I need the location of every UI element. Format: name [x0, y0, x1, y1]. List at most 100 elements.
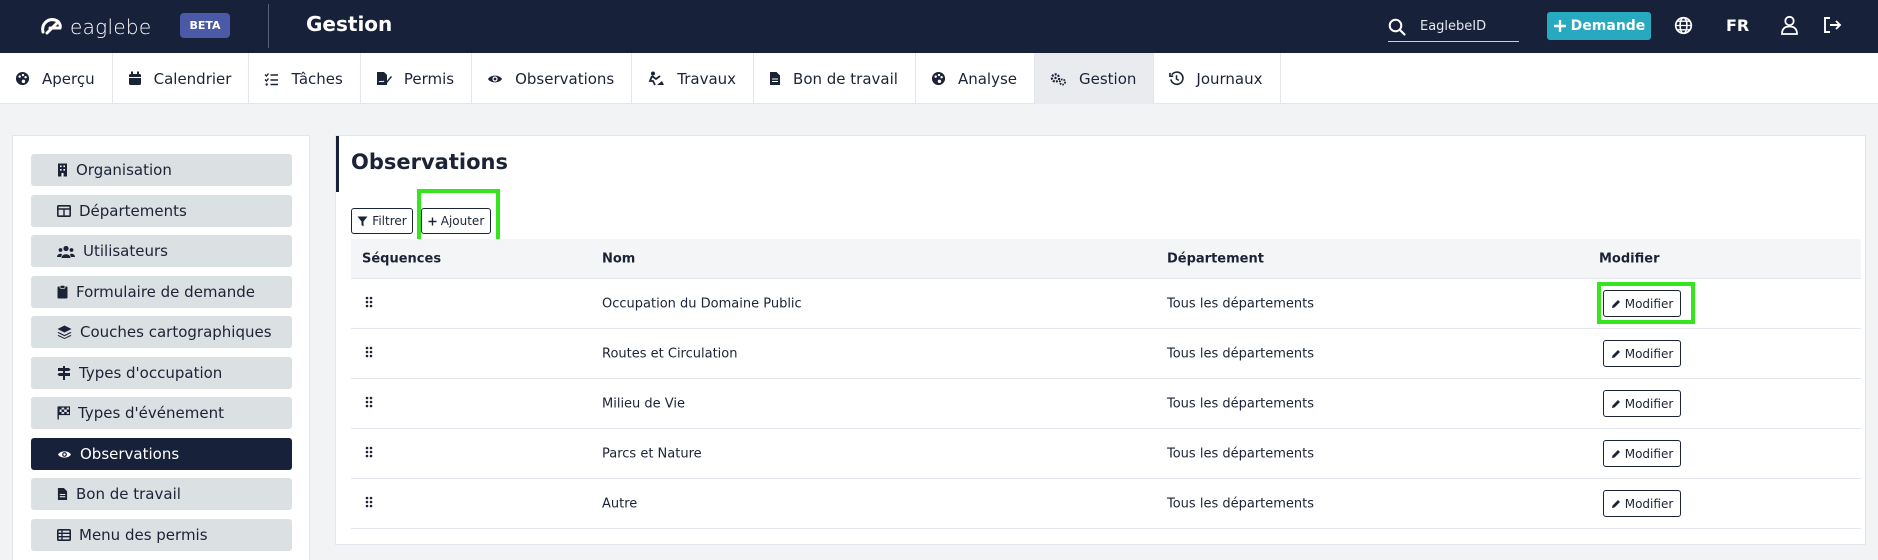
column-header-nom[interactable]: Nom	[602, 251, 635, 266]
pencil-icon	[1611, 449, 1620, 458]
checklist-icon	[264, 72, 279, 86]
edit-label: Modifier	[1624, 496, 1674, 511]
sidebar-item-bon-de-travail[interactable]: Bon de travail	[31, 478, 292, 510]
language-switcher[interactable]: FR	[1726, 16, 1749, 35]
history-icon	[1169, 71, 1185, 86]
row-department: Tous les départements	[1167, 496, 1315, 511]
row-department: Tous les départements	[1167, 446, 1315, 461]
signpost-icon	[57, 366, 71, 380]
main-panel: Observations Filtrer Ajouter Séquences N…	[335, 135, 1866, 545]
tab-label: Observations	[515, 69, 615, 88]
eye-icon	[488, 75, 503, 82]
sidebar-item-label: Organisation	[76, 161, 172, 179]
users-icon	[57, 245, 75, 258]
pencil-icon	[1611, 349, 1620, 358]
table-row: Occupation du Domaine Public Tous les dé…	[351, 279, 1861, 329]
layers-icon	[57, 325, 72, 339]
sidebar-item-label: Observations	[80, 445, 180, 463]
filter-button[interactable]: Filtrer	[351, 208, 413, 234]
pencil-icon	[1611, 399, 1620, 408]
sidebar-item-label: Bon de travail	[76, 485, 181, 503]
drag-handle-icon[interactable]	[365, 446, 373, 462]
edit-button[interactable]: Modifier	[1603, 390, 1681, 417]
sidebar-item-types-d-occupation[interactable]: Types d'occupation	[31, 357, 292, 389]
palette-icon	[15, 71, 30, 86]
highlight-box-edit	[1597, 282, 1695, 324]
table-icon	[57, 205, 71, 217]
tab-calendrier[interactable]: Calendrier	[113, 53, 250, 104]
sidebar-item-label: Menu des permis	[79, 526, 208, 544]
column-header-departement[interactable]: Département	[1167, 251, 1264, 266]
tab-label: Bon de travail	[793, 69, 898, 88]
sidebar-item-types-d-evenement[interactable]: Types d'événement	[31, 397, 292, 429]
logout-icon[interactable]	[1822, 15, 1842, 35]
tab-journaux[interactable]: Journaux	[1154, 53, 1281, 104]
sidebar-item-label: Formulaire de demande	[76, 283, 255, 301]
observations-table: Séquences Nom Département Modifier Occup…	[351, 239, 1861, 529]
tab-bon-de-travail[interactable]: Bon de travail	[754, 53, 916, 104]
row-name: Milieu de Vie	[602, 396, 686, 411]
brand-name: eaglebe	[70, 15, 152, 39]
user-icon[interactable]	[1780, 15, 1799, 35]
sidebar-item-menu-des-permis[interactable]: Menu des permis	[31, 519, 292, 551]
tab-observations[interactable]: Observations	[472, 53, 633, 104]
table-row: Autre Tous les départements Modifier	[351, 479, 1861, 529]
palette-icon	[931, 71, 945, 86]
drag-handle-icon[interactable]	[365, 496, 373, 512]
header-divider	[268, 4, 269, 48]
sidebar-item-organisation[interactable]: Organisation	[31, 154, 292, 186]
row-name: Occupation du Domaine Public	[602, 296, 802, 311]
tab-taches[interactable]: Tâches	[249, 53, 361, 104]
search-box[interactable]	[1388, 12, 1519, 42]
row-name: Routes et Circulation	[602, 346, 738, 361]
edit-button[interactable]: Modifier	[1603, 340, 1681, 367]
sidebar-item-utilisateurs[interactable]: Utilisateurs	[31, 235, 292, 267]
table-row: Parcs et Nature Tous les départements Mo…	[351, 429, 1861, 479]
tab-gestion[interactable]: Gestion	[1035, 53, 1155, 104]
clipboard-icon	[57, 285, 68, 299]
edit-button[interactable]: Modifier	[1603, 490, 1681, 517]
edit-label: Modifier	[1624, 396, 1674, 411]
edit-label: Modifier	[1624, 446, 1674, 461]
sidebar-item-formulaire-de-demande[interactable]: Formulaire de demande	[31, 276, 292, 308]
tab-label: Gestion	[1079, 69, 1137, 88]
search-input[interactable]	[1420, 19, 1510, 34]
sidebar-item-label: Types d'événement	[78, 404, 224, 422]
tab-label: Calendrier	[153, 69, 232, 88]
file-signature-icon	[376, 72, 392, 85]
title-accent-bar	[336, 136, 339, 192]
drag-handle-icon[interactable]	[365, 346, 373, 362]
file-icon	[57, 488, 68, 500]
row-department: Tous les départements	[1167, 396, 1315, 411]
flag-checkered-icon	[57, 406, 70, 420]
sidebar-item-observations[interactable]: Observations	[31, 438, 292, 470]
row-name: Parcs et Nature	[602, 446, 702, 461]
drag-handle-icon[interactable]	[365, 296, 373, 312]
table-list-icon	[57, 529, 71, 541]
calendar-icon	[128, 71, 141, 85]
tab-travaux[interactable]: Travaux	[632, 53, 755, 104]
tab-analyse[interactable]: Analyse	[916, 53, 1035, 104]
edit-button[interactable]: Modifier	[1603, 440, 1681, 467]
new-request-button[interactable]: Demande	[1547, 12, 1651, 40]
drag-handle-icon[interactable]	[365, 396, 373, 412]
eye-icon	[58, 450, 71, 458]
tab-apercu[interactable]: Aperçu	[0, 53, 113, 104]
row-department: Tous les départements	[1167, 346, 1315, 361]
globe-icon[interactable]	[1674, 16, 1693, 35]
gears-icon	[1050, 72, 1066, 85]
table-row: Routes et Circulation Tous les départeme…	[351, 329, 1861, 379]
row-department: Tous les départements	[1167, 296, 1315, 311]
tab-label: Analyse	[957, 69, 1017, 88]
sidebar-item-departements[interactable]: Départements	[31, 195, 292, 227]
column-header-sequences[interactable]: Séquences	[362, 251, 441, 266]
tab-label: Travaux	[677, 69, 737, 88]
plus-icon	[1553, 20, 1566, 32]
beta-badge: BETA	[180, 13, 230, 38]
tab-permis[interactable]: Permis	[361, 53, 473, 104]
sidebar-item-couches-cartographiques[interactable]: Couches cartographiques	[31, 316, 292, 348]
building-icon	[58, 163, 67, 177]
sidebar-item-label: Départements	[79, 202, 187, 220]
table-row: Milieu de Vie Tous les départements Modi…	[351, 379, 1861, 429]
logo[interactable]: eaglebe	[38, 14, 152, 40]
